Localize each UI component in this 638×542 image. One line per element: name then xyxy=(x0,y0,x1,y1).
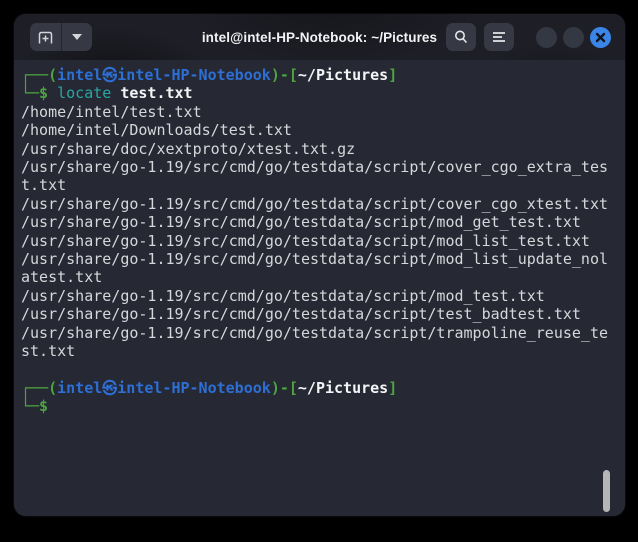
terminal-line: /usr/share/go-1.19/src/cmd/go/testdata/s… xyxy=(21,213,581,232)
new-tab-button[interactable] xyxy=(30,23,61,51)
terminal-line: /home/intel/Downloads/test.txt xyxy=(21,121,292,140)
chevron-down-icon xyxy=(72,34,82,40)
minimize-button[interactable] xyxy=(536,26,557,48)
terminal-line: /home/intel/test.txt xyxy=(21,102,202,121)
terminal-line: /usr/share/go-1.19/src/cmd/go/testdata/s… xyxy=(21,323,608,361)
desktop-background: intel@intel-HP-Notebook: ~/Pictures ┌──(… xyxy=(0,0,638,542)
terminal-line: /usr/share/go-1.19/src/cmd/go/testdata/s… xyxy=(21,286,545,305)
terminal-line: /usr/share/go-1.19/src/cmd/go/testdata/s… xyxy=(21,305,581,324)
terminal-line: /usr/share/doc/xextproto/xtest.txt.gz xyxy=(21,139,356,158)
terminal-line: /usr/share/go-1.19/src/cmd/go/testdata/s… xyxy=(21,194,608,213)
terminal-line: /usr/share/go-1.19/src/cmd/go/testdata/s… xyxy=(21,158,608,195)
new-tab-icon xyxy=(38,31,53,43)
terminal-line: /usr/share/go-1.19/src/cmd/go/testdata/s… xyxy=(21,250,608,287)
terminal-output: ┌──(intel㉿intel-HP-Notebook)-[~/Pictures… xyxy=(21,66,608,416)
new-tab-button-group xyxy=(30,23,92,51)
terminal-line: ┌──(intel㉿intel-HP-Notebook)-[~/Pictures… xyxy=(21,378,398,397)
titlebar-right-controls xyxy=(446,23,611,51)
terminal-window: intel@intel-HP-Notebook: ~/Pictures ┌──(… xyxy=(14,14,625,516)
menu-button[interactable] xyxy=(484,23,514,51)
close-x-icon xyxy=(595,32,606,42)
tab-dropdown-button[interactable] xyxy=(61,23,92,51)
terminal-line: ┌──(intel㉿intel-HP-Notebook)-[~/Pictures… xyxy=(21,66,398,84)
scrollbar-thumb[interactable] xyxy=(603,470,610,512)
tab-controls xyxy=(30,23,92,51)
terminal-line: └─$ locate test.txt xyxy=(21,84,193,103)
terminal-line: └─$ xyxy=(21,397,49,416)
terminal-body[interactable]: ┌──(intel㉿intel-HP-Notebook)-[~/Pictures… xyxy=(14,60,625,516)
search-button[interactable] xyxy=(446,23,476,51)
maximize-button[interactable] xyxy=(563,26,584,48)
hamburger-menu-icon xyxy=(493,32,505,42)
titlebar[interactable]: intel@intel-HP-Notebook: ~/Pictures xyxy=(14,14,625,60)
terminal-line: /usr/share/go-1.19/src/cmd/go/testdata/s… xyxy=(21,231,590,250)
close-button[interactable] xyxy=(590,26,611,48)
window-controls xyxy=(530,26,611,48)
magnifier-icon xyxy=(455,30,467,43)
